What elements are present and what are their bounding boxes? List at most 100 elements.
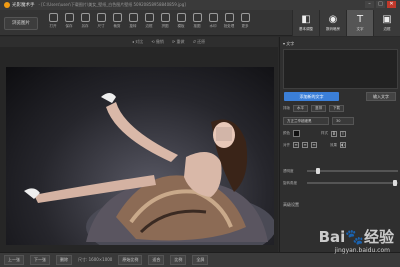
text-color-swatch[interactable] — [293, 130, 300, 137]
fit-button[interactable]: 适合 — [148, 255, 165, 265]
canvas-area — [0, 47, 278, 252]
delete-button[interactable]: 删除 — [56, 255, 72, 265]
photo-image — [24, 93, 274, 245]
layout-horizontal-option[interactable]: 水平 — [293, 105, 308, 112]
collage-icon — [160, 13, 170, 22]
window-controls: – □ ✕ — [365, 1, 396, 8]
mode-tab-darkroom[interactable]: ◉ 数码暗房 — [319, 10, 346, 36]
mode-tab-frame[interactable]: ▣ 边框 — [373, 10, 400, 36]
font-size-select[interactable]: 30 — [332, 117, 354, 125]
bold-button[interactable]: B — [331, 130, 337, 137]
photo-preview — [6, 67, 274, 245]
input-text-button[interactable]: 输入文字 — [366, 92, 396, 101]
style-label: 样式 — [321, 131, 328, 135]
tool-border[interactable]: 边框 — [141, 13, 157, 29]
ratio-button[interactable]: 比例 — [170, 255, 187, 265]
rotate-icon — [128, 13, 138, 22]
crop-icon — [112, 13, 122, 22]
text-panel: ▾ 文字 添加新的文字 输入文字 排版 水平 竖排 下载 方正兰亭超细黑 30 … — [279, 37, 400, 252]
tool-watermark[interactable]: 水印 — [205, 13, 221, 29]
edit-action-3[interactable]: ↺ 还原 — [193, 39, 206, 45]
tool-collage[interactable]: 拼图 — [157, 13, 173, 29]
mode-tab-adjust[interactable]: ◧ 基本调整 — [292, 10, 319, 36]
actual-size-button[interactable]: 原始比例 — [118, 255, 143, 265]
tool-label: 抠图 — [193, 24, 201, 28]
tool-label: 尺寸 — [97, 24, 105, 28]
tool-template[interactable]: 模板 — [173, 13, 189, 29]
close-button[interactable]: ✕ — [387, 1, 396, 8]
fullscreen-button[interactable]: 全屏 — [192, 255, 209, 265]
app-logo-icon — [4, 2, 10, 8]
tool-save-as[interactable]: 另存 — [77, 13, 93, 29]
layout-row: 排版 水平 竖排 下载 — [283, 105, 344, 112]
opacity-slider-thumb[interactable] — [316, 168, 321, 174]
mode-tab-text[interactable]: T 文字 — [346, 10, 373, 36]
opacity-label: 透明度 — [283, 168, 294, 173]
align-left-icon[interactable]: ≡ — [293, 142, 299, 148]
mode-tab-label: 数码暗房 — [326, 26, 340, 31]
opacity-row: 透明度 — [283, 167, 398, 175]
title-bar: 光影魔术手 - [C:\Users\user\下载图片\美女_壁纸_白色图片壁纸… — [0, 0, 400, 10]
minimize-button[interactable]: – — [365, 1, 374, 8]
tool-label: 保存 — [65, 24, 73, 28]
align-right-icon[interactable]: ≡ — [311, 142, 317, 148]
edit-actions-bar: ◂ 对比 ⟲ 撤销 ⟳ 重做 ↺ 还原 — [0, 37, 278, 47]
italic-button[interactable]: I — [340, 130, 346, 137]
darkroom-icon: ◉ — [328, 13, 338, 25]
tool-more[interactable]: 更多 — [237, 13, 253, 29]
app-title: 光影魔术手 — [12, 3, 35, 8]
status-bar: 上一张 下一张 删除 尺寸: 1600×1000 原始比例 适合 比例 全屏 — [0, 252, 400, 267]
edit-action-1[interactable]: ⟲ 撤销 — [151, 39, 164, 45]
rotation-slider[interactable] — [307, 180, 398, 186]
watermark-suffix: 经验 — [363, 228, 394, 246]
rotation-slider-thumb[interactable] — [392, 180, 397, 186]
folder-icon — [48, 13, 58, 22]
tool-label: 边框 — [145, 24, 153, 28]
tool-label: 裁剪 — [113, 24, 121, 28]
tool-rotate[interactable]: 旋转 — [125, 13, 141, 29]
tool-crop[interactable]: 裁剪 — [109, 13, 125, 29]
layout-download-option[interactable]: 下载 — [329, 105, 344, 112]
tool-save[interactable]: 保存 — [61, 13, 77, 29]
mode-tab-label: 边框 — [383, 26, 391, 31]
font-select[interactable]: 方正兰亭超细黑 — [283, 117, 329, 125]
tool-list: 打开 保存 另存 尺寸 裁剪 旋转 边框 拼图 模板 抠图 水印 批处理 更多 — [45, 13, 253, 29]
advanced-settings-toggle[interactable]: 高级设置 — [283, 202, 299, 208]
prev-image-button[interactable]: 上一张 — [4, 255, 24, 265]
opacity-slider[interactable] — [307, 168, 398, 174]
tool-resize[interactable]: 尺寸 — [93, 13, 109, 29]
tool-folder[interactable]: 打开 — [45, 13, 61, 29]
browse-images-button[interactable]: 浏览图片 — [4, 17, 38, 30]
mode-tab-label: 文字 — [356, 26, 364, 31]
text-list-box[interactable] — [283, 49, 398, 89]
tool-label: 旋转 — [129, 24, 137, 28]
baidu-watermark: Bai🐾经验 — [319, 226, 394, 247]
save-icon — [64, 13, 74, 22]
color-style-row: 颜色 样式 B I — [283, 130, 346, 137]
frame-icon: ▣ — [382, 13, 392, 25]
cutout-icon — [192, 13, 202, 22]
watermark-icon — [208, 13, 218, 22]
add-text-button[interactable]: 添加新的文字 — [284, 92, 339, 101]
tool-label: 模板 — [177, 24, 185, 28]
panel-title: ▾ 文字 — [283, 41, 295, 46]
edit-action-2[interactable]: ⟳ 重做 — [172, 39, 185, 45]
maximize-button[interactable]: □ — [376, 1, 385, 8]
border-icon — [144, 13, 154, 22]
align-label: 对齐 — [283, 142, 290, 147]
tool-label: 另存 — [81, 24, 89, 28]
tool-label: 打开 — [49, 24, 57, 28]
watermark-brand: Bai — [318, 228, 346, 246]
effect-icon[interactable]: ◐ — [340, 142, 346, 148]
next-image-button[interactable]: 下一张 — [30, 255, 50, 265]
tool-batch[interactable]: 批处理 — [221, 13, 237, 29]
layout-vertical-option[interactable]: 竖排 — [311, 105, 326, 112]
batch-icon — [224, 13, 234, 22]
edit-action-0[interactable]: ◂ 对比 — [132, 39, 143, 45]
tool-cutout[interactable]: 抠图 — [189, 13, 205, 29]
file-path: - [C:\Users\user\下载图片\美女_壁纸_白色图片壁纸 50920… — [38, 2, 186, 7]
mode-tabs: ◧ 基本调整 ◉ 数码暗房 T 文字 ▣ 边框 — [292, 10, 400, 36]
resize-icon — [96, 13, 106, 22]
align-center-icon[interactable]: ≡ — [302, 142, 308, 148]
paw-icon: 🐾 — [345, 228, 364, 246]
